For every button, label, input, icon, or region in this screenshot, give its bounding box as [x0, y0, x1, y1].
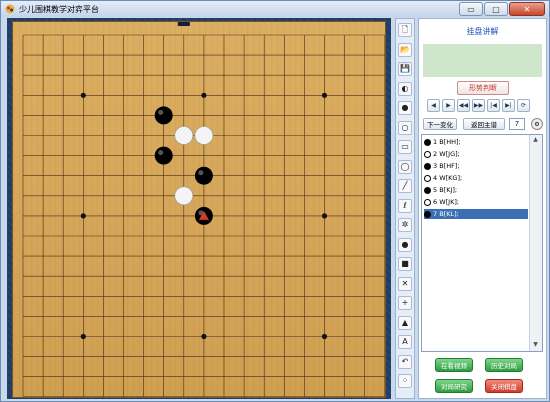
- navigation-buttons: ◀ ▶ ◀◀ ▶▶ |◀ ▶| ⟳: [427, 99, 530, 112]
- black-stone-icon[interactable]: ●: [398, 101, 412, 115]
- stone-highlight: [158, 109, 164, 115]
- move-count-input[interactable]: [509, 118, 525, 130]
- star-point: [321, 92, 328, 98]
- white-stone: [174, 126, 194, 145]
- black-white-icon[interactable]: ◐: [398, 81, 412, 96]
- board-grid[interactable]: [13, 22, 385, 397]
- black-stone-icon: [424, 162, 431, 170]
- watch-video-button[interactable]: 在看视频: [435, 358, 473, 372]
- black-stone: [154, 146, 173, 165]
- back-to-main-button[interactable]: 返回主谱: [463, 118, 505, 130]
- close-board-button[interactable]: 关闭棋盘: [485, 379, 523, 393]
- stone-highlight: [158, 150, 164, 156]
- last-move-button[interactable]: ▶|: [502, 99, 515, 112]
- scroll-up-icon[interactable]: ▲: [531, 136, 540, 145]
- undo-icon[interactable]: ↶: [398, 354, 412, 369]
- edit-toolbar: 🗋 📂 💾 ◐ ● ○ ▭ ◯ ╱ ℓ ✲ ● ■ ✕ + ▲ A ↶ ⁘: [395, 18, 415, 399]
- open-file-icon[interactable]: 📂: [398, 42, 412, 57]
- white-stone: [174, 186, 194, 206]
- save-icon[interactable]: 💾: [398, 62, 412, 76]
- black-stone: [194, 166, 213, 185]
- list-item[interactable]: 3 B[HF];: [424, 161, 528, 171]
- move-text: 4 W[KG];: [433, 174, 463, 182]
- star-point: [201, 333, 207, 340]
- star-point: [80, 92, 86, 98]
- line-icon[interactable]: ╱: [398, 179, 412, 193]
- move-text: 1 B[HH];: [433, 138, 461, 146]
- list-item[interactable]: 5 B[KJ];: [424, 185, 528, 195]
- black-stone: [154, 106, 173, 125]
- star-point: [321, 213, 328, 219]
- white-stone-icon[interactable]: ○: [398, 120, 412, 135]
- black-stone-icon: [424, 210, 431, 218]
- back-fast-button[interactable]: ◀◀: [457, 99, 470, 112]
- list-item[interactable]: 6 W[JK];: [424, 197, 528, 207]
- list-item[interactable]: 7 B[KL];: [424, 209, 528, 219]
- first-move-button[interactable]: |◀: [487, 99, 500, 112]
- move-text: 7 B[KL];: [433, 210, 459, 218]
- next-move-button[interactable]: ▶: [442, 99, 455, 112]
- black-stone-icon: [424, 186, 431, 194]
- list-item[interactable]: 1 B[HH];: [424, 137, 528, 147]
- scroll-down-icon[interactable]: ▼: [531, 341, 540, 350]
- situation-analysis-button[interactable]: 形势判断: [457, 81, 509, 95]
- lasso-icon[interactable]: ℓ: [398, 198, 412, 213]
- star-point: [80, 333, 86, 340]
- minimize-button[interactable]: ▭: [459, 2, 483, 16]
- app-window: 少儿围棋教学对弈平台 ▭ □ ✕ 🗋 📂 💾 ◐ ● ○ ▭ ◯ ╱ ℓ ✲ ● ■ ✕ + ▲ A ↶ ⁘ 挂盘讲…: [0, 0, 550, 402]
- circle-icon[interactable]: ◯: [398, 159, 412, 174]
- star-point: [201, 92, 207, 98]
- white-stone: [194, 126, 214, 145]
- move-list[interactable]: ▲ ▼ 1 B[HH]; 2 W[JG]; 3 B[HF]; 4 W[KG]; 5 B[…: [421, 134, 543, 352]
- move-list-scrollbar[interactable]: ▲ ▼: [529, 135, 542, 351]
- game-study-button[interactable]: 对局研究: [435, 379, 473, 393]
- black-stone-icon: [424, 138, 431, 146]
- panel-title: 挂盘讲解: [466, 27, 499, 36]
- side-panel: 挂盘讲解 形势判断 ◀▶◀◀▶▶|◀▶|⟳ 下一变化 返回主谱 ⚙ ▲ ▼ 1 …: [418, 18, 547, 399]
- new-file-icon[interactable]: 🗋: [398, 23, 412, 37]
- rectangle-icon[interactable]: ▭: [398, 140, 412, 154]
- triangle-icon[interactable]: ▲: [398, 315, 412, 330]
- move-text: 2 W[JG];: [433, 150, 460, 158]
- go-board[interactable]: [13, 22, 385, 397]
- refresh-button[interactable]: ⟳: [517, 99, 530, 112]
- list-item[interactable]: 4 W[KG];: [424, 173, 528, 183]
- close-button[interactable]: ✕: [509, 2, 545, 16]
- forward-fast-button[interactable]: ▶▶: [472, 99, 485, 112]
- plus-icon[interactable]: +: [398, 296, 412, 310]
- star-point: [80, 213, 86, 219]
- cross-icon[interactable]: ✕: [398, 276, 412, 291]
- stone-highlight: [198, 170, 204, 176]
- black-square-icon[interactable]: ■: [398, 257, 412, 271]
- white-stone-icon: [424, 174, 431, 182]
- title-bar: 少儿围棋教学对弈平台 ▭ □ ✕: [1, 1, 549, 17]
- list-item[interactable]: 2 W[JG];: [424, 149, 528, 159]
- top-coordinate-marker: [177, 22, 190, 26]
- app-logo-icon: [5, 4, 15, 14]
- move-text: 3 B[HF];: [433, 162, 460, 170]
- prev-move-button[interactable]: ◀: [427, 99, 440, 112]
- next-variation-button[interactable]: 下一变化: [423, 118, 457, 130]
- text-icon[interactable]: A: [398, 335, 412, 349]
- white-stone-icon: [424, 150, 431, 158]
- history-games-button[interactable]: 历史对局: [485, 358, 523, 372]
- move-text: 5 B[KJ];: [433, 186, 458, 194]
- info-box: [423, 44, 542, 77]
- options-icon[interactable]: ⚙: [531, 118, 543, 130]
- maximize-button[interactable]: □: [484, 2, 508, 16]
- move-text: 6 W[JK];: [433, 198, 460, 206]
- star-point: [321, 333, 328, 340]
- grid-icon[interactable]: ⁘: [398, 374, 412, 388]
- settings-icon[interactable]: ✲: [398, 218, 412, 232]
- black-dot-icon[interactable]: ●: [398, 237, 412, 252]
- window-title: 少儿围棋教学对弈平台: [19, 5, 99, 14]
- white-stone-icon: [424, 198, 431, 206]
